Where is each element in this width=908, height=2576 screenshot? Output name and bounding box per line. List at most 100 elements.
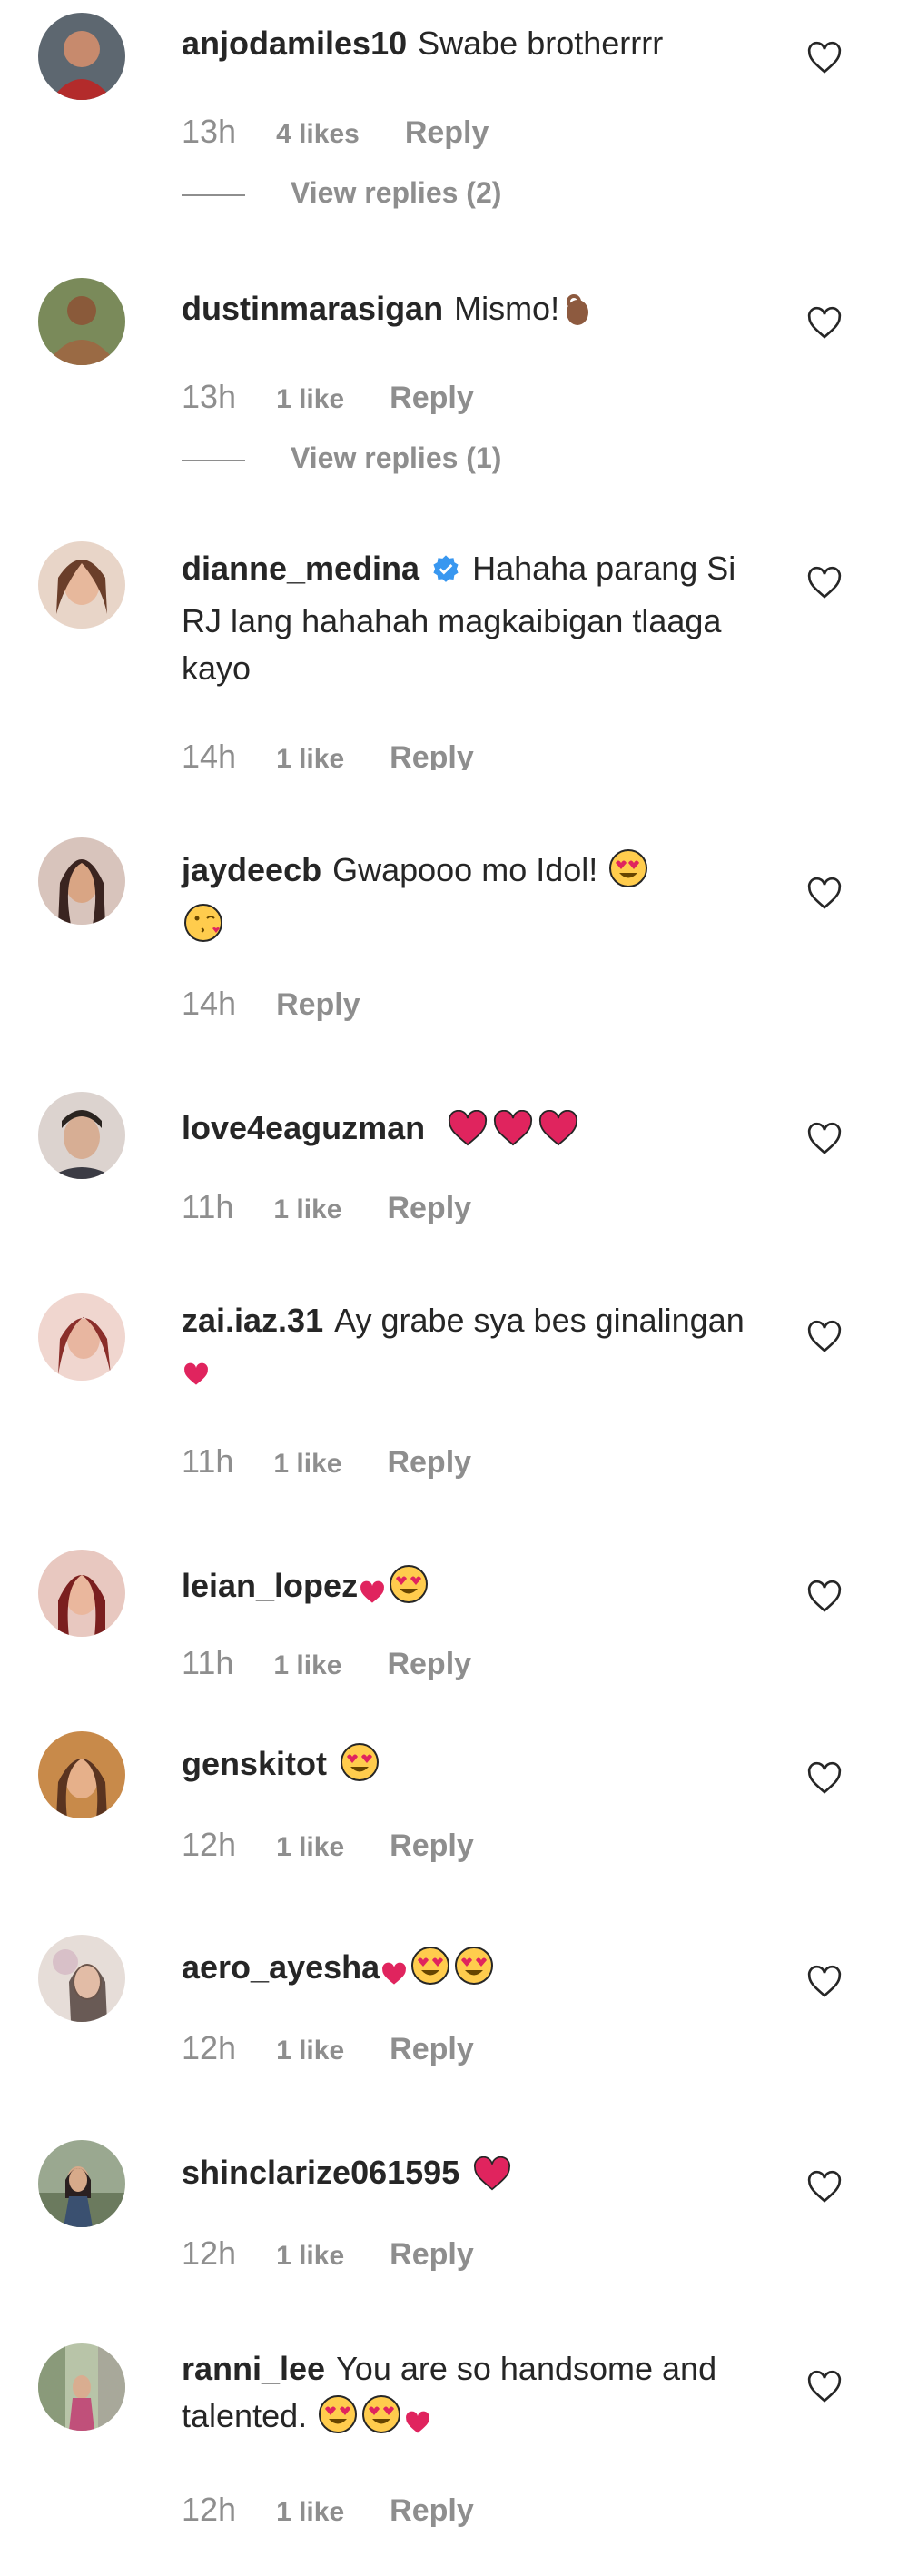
avatar[interactable]: [38, 1092, 125, 1179]
reply-button[interactable]: Reply: [387, 1647, 471, 1681]
avatar[interactable]: [38, 837, 125, 925]
likes-count[interactable]: 1 like: [273, 1194, 341, 1224]
like-heart-icon[interactable]: [806, 1964, 843, 2000]
username[interactable]: leian_lopez: [182, 1567, 358, 1604]
avatar[interactable]: [38, 1731, 125, 1818]
reply-button[interactable]: Reply: [387, 1191, 471, 1225]
heart-emoji: [538, 1109, 579, 1159]
comment-text: Mismo!: [454, 290, 560, 327]
heart-eyes-emoji: [410, 1946, 450, 1998]
heart-emoji: [447, 1109, 489, 1159]
small-heart-emoji: [381, 1951, 407, 1998]
like-heart-icon[interactable]: [806, 1760, 843, 1797]
like-heart-icon[interactable]: [806, 1319, 843, 1355]
heart-eyes-emoji: [608, 848, 648, 901]
timestamp: 12h: [182, 1826, 237, 1863]
username[interactable]: jaydeecb: [182, 851, 321, 888]
likes-count[interactable]: 4 likes: [276, 119, 360, 149]
comment-meta: 14h Reply: [182, 985, 360, 1023]
reply-button[interactable]: Reply: [390, 2493, 474, 2528]
reply-button[interactable]: Reply: [405, 115, 489, 150]
like-heart-icon[interactable]: [806, 876, 843, 912]
username[interactable]: love4eaguzman: [182, 1109, 425, 1146]
reply-button[interactable]: Reply: [390, 2032, 474, 2066]
comment-meta: 13h 1 like Reply: [182, 378, 474, 416]
comment-text: Swabe brotherrrr: [418, 25, 664, 62]
like-heart-icon[interactable]: [806, 1579, 843, 1615]
username[interactable]: aero_ayesha: [182, 1948, 380, 1986]
heart-eyes-emoji: [454, 1946, 494, 1998]
likes-count[interactable]: 1 like: [276, 2241, 344, 2271]
comment-meta: 12h 1 like Reply: [182, 2491, 474, 2529]
timestamp: 12h: [182, 2234, 237, 2272]
avatar[interactable]: [38, 2140, 125, 2227]
likes-count[interactable]: 1 like: [276, 384, 344, 414]
avatar[interactable]: [38, 541, 125, 629]
like-heart-icon[interactable]: [806, 2169, 843, 2205]
comment-meta: 11h 1 like Reply: [182, 1644, 471, 1682]
heart-emoji: [492, 1109, 534, 1159]
like-heart-icon[interactable]: [806, 305, 843, 342]
heart-eyes-emoji: [318, 2394, 358, 2447]
username[interactable]: shinclarize061595: [182, 2154, 459, 2191]
timestamp: 11h: [182, 1442, 234, 1480]
avatar[interactable]: [38, 1293, 125, 1381]
timestamp: 11h: [182, 1188, 234, 1225]
comment-text: Ay grabe sya bes ginalingan: [334, 1302, 745, 1339]
comment-meta: 11h 1 like Reply: [182, 1188, 471, 1226]
heart-eyes-emoji: [361, 2394, 401, 2447]
username[interactable]: zai.iaz.31: [182, 1302, 323, 1339]
divider-line: [182, 193, 245, 196]
small-heart-emoji: [183, 1352, 209, 1399]
like-heart-icon[interactable]: [806, 1121, 843, 1157]
likes-count[interactable]: 1 like: [276, 2497, 344, 2527]
like-heart-icon[interactable]: [806, 40, 843, 76]
comment-meta: 12h 1 like Reply: [182, 1826, 474, 1864]
username[interactable]: ranni_lee: [182, 2350, 325, 2387]
comment-meta: 13h 4 likes Reply: [182, 113, 489, 151]
likes-count[interactable]: 1 like: [273, 1650, 341, 1680]
verified-badge-icon: [430, 550, 461, 598]
timestamp: 11h: [182, 1644, 234, 1681]
username[interactable]: dustinmarasigan: [182, 290, 443, 327]
avatar[interactable]: [38, 1550, 125, 1637]
username[interactable]: dianne_medina: [182, 550, 419, 587]
small-heart-emoji: [405, 2400, 430, 2447]
likes-count[interactable]: 1 like: [276, 1832, 344, 1862]
view-replies-button[interactable]: View replies (1): [182, 441, 501, 475]
heart-eyes-emoji: [389, 1564, 429, 1617]
reply-button[interactable]: Reply: [390, 1828, 474, 1863]
like-heart-icon[interactable]: [806, 565, 843, 601]
username[interactable]: genskitot: [182, 1745, 327, 1782]
ok-hand-emoji: [561, 291, 594, 340]
small-heart-emoji: [360, 1570, 385, 1617]
reply-button[interactable]: Reply: [390, 381, 474, 415]
timestamp: 14h: [182, 738, 237, 775]
comment-meta: 11h 1 like Reply: [182, 1442, 471, 1481]
timestamp: 13h: [182, 378, 237, 415]
reply-button[interactable]: Reply: [390, 2237, 474, 2272]
avatar[interactable]: [38, 1935, 125, 2022]
reply-button[interactable]: Reply: [276, 987, 360, 1022]
comment-text: Gwapooo mo Idol!: [332, 851, 598, 888]
likes-count[interactable]: 1 like: [273, 1449, 341, 1479]
divider-line: [182, 459, 245, 461]
likes-count[interactable]: 1 like: [276, 2036, 344, 2066]
timestamp: 12h: [182, 2491, 237, 2528]
comment-meta: 12h 1 like Reply: [182, 2234, 474, 2273]
avatar[interactable]: [38, 278, 125, 365]
username[interactable]: anjodamiles10: [182, 25, 407, 62]
view-replies-button[interactable]: View replies (2): [182, 176, 501, 210]
reply-button[interactable]: Reply: [387, 1445, 471, 1480]
avatar[interactable]: [38, 13, 125, 100]
avatar[interactable]: [38, 2343, 125, 2431]
heart-eyes-emoji: [340, 1742, 380, 1795]
timestamp: 13h: [182, 113, 237, 150]
heart-emoji: [472, 2155, 512, 2204]
like-heart-icon[interactable]: [806, 2369, 843, 2405]
timestamp: 14h: [182, 985, 237, 1022]
kissing-emoji: [183, 903, 223, 956]
timestamp: 12h: [182, 2029, 237, 2066]
comment-meta: 12h 1 like Reply: [182, 2029, 474, 2067]
screenshot-crop-edge: [0, 770, 908, 783]
